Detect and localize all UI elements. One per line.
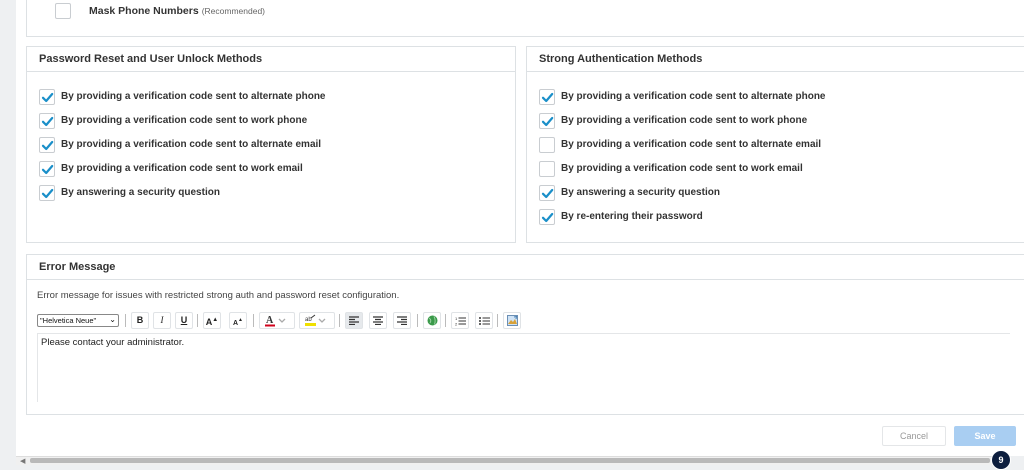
sa-work-email-checkbox[interactable]: [539, 161, 555, 177]
toolbar-divider: [445, 314, 446, 327]
pw-alt-phone-label: By providing a verification code sent to…: [61, 91, 326, 102]
highlight-color-button[interactable]: ab: [299, 312, 335, 329]
pw-alt-email-label: By providing a verification code sent to…: [61, 139, 322, 150]
bulleted-list-icon: [478, 316, 490, 325]
chevron-down-icon: ⌄: [109, 315, 116, 324]
sa-security-question-checkbox[interactable]: [539, 185, 555, 201]
pw-work-email-label: By providing a verification code sent to…: [61, 163, 303, 174]
strong-auth-panel: Strong Authentication Methods By providi…: [526, 46, 1024, 243]
password-reset-title: Password Reset and User Unlock Methods: [39, 53, 263, 65]
align-left-icon: [349, 316, 359, 326]
svg-text:2: 2: [455, 321, 458, 326]
cancel-button[interactable]: Cancel: [882, 426, 946, 446]
globe-icon: [427, 315, 437, 326]
underline-button[interactable]: U: [175, 312, 193, 329]
toolbar-divider: [197, 314, 198, 327]
sa-work-email-label: By providing a verification code sent to…: [561, 163, 803, 174]
toolbar-divider: [339, 314, 340, 327]
bulleted-list-button[interactable]: [475, 312, 493, 329]
svg-text:1: 1: [455, 316, 458, 321]
mask-phone-checkbox[interactable]: [55, 3, 71, 19]
text-color-icon: A: [265, 315, 286, 327]
numbered-list-icon: 12: [455, 316, 466, 326]
recommended-note: (Recommended): [201, 6, 266, 16]
align-right-button[interactable]: [393, 312, 411, 329]
sa-alt-phone-checkbox[interactable]: [539, 89, 555, 105]
align-center-button[interactable]: [369, 312, 387, 329]
error-message-description: Error message for issues with restricted…: [37, 290, 400, 301]
checkmark-icon: [41, 188, 54, 199]
sa-alt-phone-label: By providing a verification code sent to…: [561, 91, 826, 102]
pw-alt-email-checkbox[interactable]: [39, 137, 55, 153]
checkmark-icon: [541, 92, 554, 103]
rich-text-toolbar: "Helvetica Neue" ⌄ B I U A▲ A▲ A ab 1 2: [37, 312, 1009, 330]
checkmark-icon: [541, 116, 554, 127]
notification-badge[interactable]: 9: [991, 450, 1011, 470]
image-icon: [506, 315, 518, 327]
align-left-button[interactable]: [345, 312, 363, 329]
mask-phone-label: Mask Phone Numbers (Recommended): [89, 5, 266, 17]
sa-alt-email-label: By providing a verification code sent to…: [561, 139, 822, 150]
insert-link-button[interactable]: [423, 312, 441, 329]
pw-work-phone-label: By providing a verification code sent to…: [61, 115, 308, 126]
decrease-font-size-button[interactable]: A▲: [229, 312, 247, 329]
sa-reenter-password-checkbox[interactable]: [539, 209, 555, 225]
sa-work-phone-checkbox[interactable]: [539, 113, 555, 129]
text-color-button[interactable]: A: [259, 312, 295, 329]
toolbar-divider: [497, 314, 498, 327]
pw-work-email-checkbox[interactable]: [39, 161, 55, 177]
checkmark-icon: [541, 188, 554, 199]
toolbar-divider: [253, 314, 254, 327]
align-center-icon: [373, 316, 383, 326]
pw-security-question-checkbox[interactable]: [39, 185, 55, 201]
font-family-select[interactable]: "Helvetica Neue" ⌄: [37, 314, 119, 327]
checkmark-icon: [41, 92, 54, 103]
pw-security-question-label: By answering a security question: [61, 187, 220, 198]
error-message-editor[interactable]: Please contact your administrator.: [37, 333, 1010, 402]
error-message-header: Error Message: [27, 255, 1024, 280]
password-reset-header: Password Reset and User Unlock Methods: [27, 47, 515, 72]
sa-security-question-label: By answering a security question: [561, 187, 720, 198]
error-message-text: Please contact your administrator.: [41, 337, 185, 348]
sa-reenter-password-label: By re-entering their password: [561, 211, 703, 222]
toolbar-divider: [417, 314, 418, 327]
pw-alt-phone-checkbox[interactable]: [39, 89, 55, 105]
error-message-panel: Error Message Error message for issues w…: [26, 254, 1024, 415]
error-message-title: Error Message: [39, 261, 116, 273]
checkmark-icon: [41, 164, 54, 175]
svg-text:A: A: [266, 315, 274, 326]
toolbar-divider: [125, 314, 126, 327]
arrow-down-icon: ▲: [238, 317, 243, 323]
insert-image-button[interactable]: [503, 312, 521, 329]
highlight-icon: ab: [305, 314, 326, 327]
arrow-up-icon: ▲: [212, 317, 219, 323]
align-right-icon: [397, 316, 407, 326]
password-reset-panel: Password Reset and User Unlock Methods B…: [26, 46, 516, 243]
italic-button[interactable]: I: [153, 312, 171, 329]
checkmark-icon: [41, 140, 54, 151]
mask-phone-panel: Mask Phone Numbers (Recommended): [26, 0, 1024, 37]
checkmark-icon: [41, 116, 54, 127]
numbered-list-button[interactable]: 12: [451, 312, 469, 329]
save-button[interactable]: Save: [954, 426, 1016, 446]
settings-page: Mask Phone Numbers (Recommended) Password…: [16, 0, 1024, 456]
sa-work-phone-label: By providing a verification code sent to…: [561, 115, 808, 126]
increase-font-size-button[interactable]: A▲: [203, 312, 221, 329]
strong-auth-header: Strong Authentication Methods: [527, 47, 1024, 72]
checkmark-icon: [541, 212, 554, 223]
strong-auth-title: Strong Authentication Methods: [539, 53, 703, 65]
pw-work-phone-checkbox[interactable]: [39, 113, 55, 129]
sa-alt-email-checkbox[interactable]: [539, 137, 555, 153]
scrollbar-thumb[interactable]: [30, 458, 990, 463]
bold-button[interactable]: B: [131, 312, 149, 329]
